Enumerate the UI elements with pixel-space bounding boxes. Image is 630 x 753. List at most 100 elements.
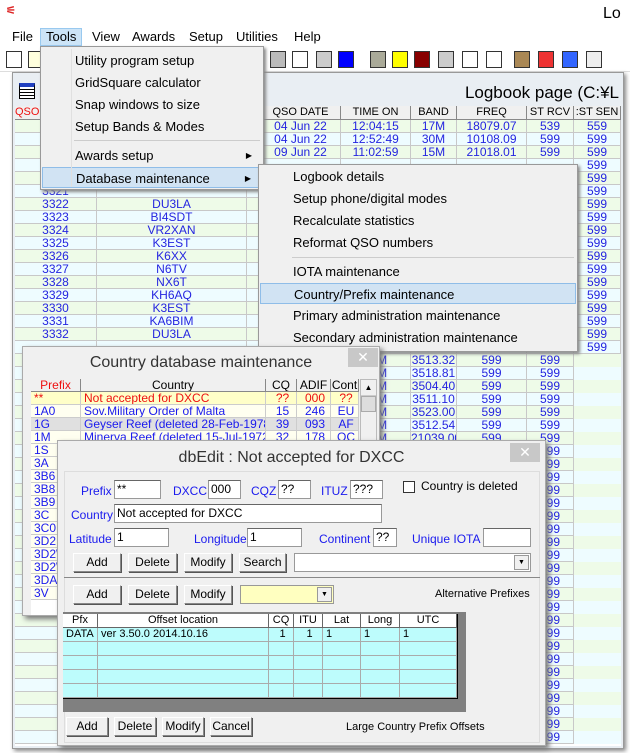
column-header[interactable]: BAND xyxy=(411,106,457,120)
offsets-table[interactable]: Pfx Offset location CQ ITU Lat Long UTC DATA ver… xyxy=(63,614,458,699)
column-header[interactable]: Country xyxy=(81,379,266,392)
alt-add-button[interactable]: Add xyxy=(73,585,121,604)
offset-modify-button[interactable]: Modify xyxy=(162,717,204,736)
column-header[interactable]: ST RCV xyxy=(527,106,574,120)
column-header[interactable]: Offset location xyxy=(98,614,269,628)
stairs-icon[interactable] xyxy=(292,51,308,68)
menu-separator xyxy=(292,257,574,258)
menu-item-primary-administration-maintenance[interactable]: Primary administration maintenance xyxy=(260,305,576,326)
menu-utilities[interactable]: Utilities xyxy=(231,28,283,46)
longitude-input[interactable]: 1 xyxy=(247,528,302,547)
column-header[interactable]: TIME ON xyxy=(341,106,411,120)
column-header[interactable]: UTC xyxy=(400,614,457,628)
column-header[interactable]: Cont xyxy=(331,379,359,392)
logbook-icon[interactable] xyxy=(19,83,35,99)
network-icon[interactable] xyxy=(270,51,286,68)
menu-item-secondary-administration-maintenance[interactable]: Secondary administration maintenance xyxy=(260,327,576,348)
menu-item-iota-maintenance[interactable]: IOTA maintenance xyxy=(260,261,576,282)
app-icon[interactable]: ⚟ xyxy=(6,4,22,20)
alternative-prefix-combo[interactable]: ▼ xyxy=(240,585,334,604)
column-header[interactable]: Pfx xyxy=(63,614,98,628)
menu-item-reformat-qso-numbers[interactable]: Reformat QSO numbers xyxy=(260,232,576,253)
db-icon[interactable] xyxy=(514,51,530,68)
menu-setup[interactable]: Setup xyxy=(184,28,228,46)
delete-button[interactable]: Delete xyxy=(128,553,177,572)
cd-icon[interactable] xyxy=(562,51,578,68)
latitude-input[interactable]: 1 xyxy=(114,528,169,547)
country-window-title: Country database maintenance xyxy=(89,354,313,371)
chevron-down-icon[interactable]: ▼ xyxy=(317,587,332,602)
menu-item-database-maintenance[interactable]: Database maintenance ▶ xyxy=(42,167,262,188)
pie-icon[interactable] xyxy=(486,51,502,68)
unique-iota-input[interactable] xyxy=(483,528,531,547)
window-icon[interactable] xyxy=(370,51,386,68)
chart-icon[interactable] xyxy=(538,51,554,68)
alt-delete-button[interactable]: Delete xyxy=(128,585,177,604)
menu-awards[interactable]: Awards xyxy=(127,28,180,46)
table-row[interactable] xyxy=(63,656,457,670)
prefix-input[interactable]: ** xyxy=(114,480,161,499)
copy-icon[interactable] xyxy=(6,51,22,68)
column-header[interactable]: ITU xyxy=(294,614,323,628)
column-header[interactable]: CQ xyxy=(269,614,294,628)
go-icon[interactable] xyxy=(586,51,602,68)
menu-item-setup-bands-modes[interactable]: Setup Bands & Modes xyxy=(42,116,262,137)
chevron-down-icon[interactable]: ▼ xyxy=(514,555,529,570)
cell: 3512.54 xyxy=(411,419,457,432)
fn-icon[interactable] xyxy=(414,51,430,68)
search-button[interactable]: Search xyxy=(239,553,286,572)
hash-icon[interactable] xyxy=(438,51,454,68)
t-icon[interactable] xyxy=(338,51,354,68)
menu-item-logbook-details[interactable]: Logbook details xyxy=(260,166,576,187)
search-combo[interactable]: ▼ xyxy=(294,553,531,572)
column-header[interactable]: Lat xyxy=(323,614,361,628)
close-button[interactable]: ✕ xyxy=(510,443,540,462)
column-header[interactable]: CQ xyxy=(266,379,297,392)
continent-input[interactable]: ?? xyxy=(373,528,397,547)
cqz-input[interactable]: ?? xyxy=(278,480,311,499)
column-header[interactable]: Long xyxy=(361,614,400,628)
menu-item-setup-phone-digital-modes[interactable]: Setup phone/digital modes xyxy=(260,188,576,209)
cancel-button[interactable]: Cancel xyxy=(210,717,252,736)
cell: 599 xyxy=(527,133,574,146)
ituz-input[interactable]: ??? xyxy=(350,480,383,499)
menu-file[interactable]: File xyxy=(7,28,38,46)
dxcc-input[interactable]: 000 xyxy=(208,480,241,499)
map-icon[interactable] xyxy=(392,51,408,68)
scroll-thumb[interactable] xyxy=(361,396,376,412)
column-header[interactable]: ADIF xyxy=(297,379,331,392)
table-row[interactable]: 1G Geyser Reef (deleted 28-Feb-1978) 39 093… xyxy=(31,418,359,431)
country-deleted-checkbox[interactable] xyxy=(403,481,415,493)
cell: 599 xyxy=(574,315,621,328)
menu-item-gridsquare-calculator[interactable]: GridSquare calculator xyxy=(42,72,262,93)
menu-tools[interactable]: Tools xyxy=(40,28,83,46)
table-row[interactable]: DATA ver 3.50.0 2014.10.16 1 1 1 1 1 xyxy=(63,628,457,642)
menu-item-country-prefix-maintenance[interactable]: Country/Prefix maintenance xyxy=(260,283,576,304)
column-header[interactable]: :ST SEN xyxy=(574,106,621,120)
offset-add-button[interactable]: Add xyxy=(66,717,108,736)
menu-item-label: Recalculate statistics xyxy=(293,213,415,228)
alt-modify-button[interactable]: Modify xyxy=(184,585,232,604)
column-header[interactable]: QSO DATE xyxy=(261,106,341,120)
radio-icon[interactable] xyxy=(316,51,332,68)
close-button[interactable]: ✕ xyxy=(348,348,378,367)
menu-item-recalculate-statistics[interactable]: Recalculate statistics xyxy=(260,210,576,231)
menu-view[interactable]: View xyxy=(87,28,125,46)
table-row[interactable] xyxy=(63,684,457,698)
column-header[interactable]: FREQ xyxy=(457,106,527,120)
menu-item-utility-program-setup[interactable]: Utility program setup xyxy=(42,50,262,71)
offset-delete-button[interactable]: Delete xyxy=(114,717,156,736)
table-row[interactable] xyxy=(63,642,457,656)
add-button[interactable]: Add xyxy=(73,553,121,572)
table-row[interactable]: 1A0 Sov.Military Order of Malta 15 246 EU xyxy=(31,405,359,418)
menu-item-awards-setup[interactable]: Awards setup ▶ xyxy=(42,145,262,166)
menu-item-snap-windows-to-size[interactable]: Snap windows to size xyxy=(42,94,262,115)
table-row[interactable]: ** Not accepted for DXCC?? 000?? xyxy=(31,392,359,405)
scroll-up-icon[interactable]: ▲ xyxy=(361,380,376,396)
modify-button[interactable]: Modify xyxy=(184,553,232,572)
menu-help[interactable]: Help xyxy=(289,28,326,46)
table-row[interactable] xyxy=(63,670,457,684)
column-header[interactable]: Prefix xyxy=(31,379,81,392)
country-input[interactable]: Not accepted for DXCC xyxy=(114,504,382,523)
tools-icon[interactable] xyxy=(462,51,478,68)
